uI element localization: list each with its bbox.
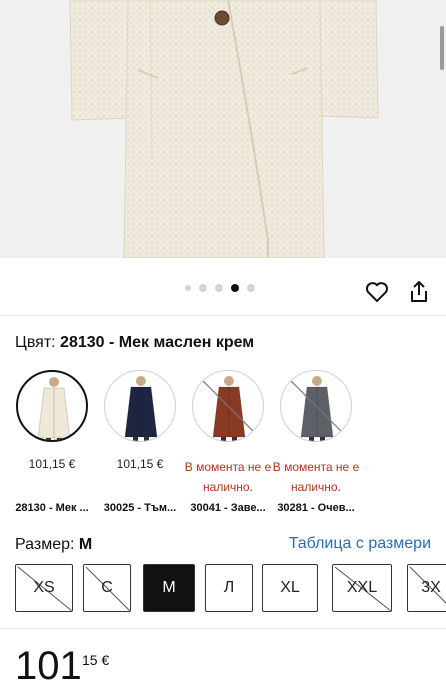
size-option-label: XXL [346, 579, 378, 596]
size-option-label: 3X [421, 579, 441, 596]
size-option-label: С [101, 579, 113, 596]
share-icon [411, 281, 427, 302]
product-image[interactable] [0, 0, 446, 258]
coat-thumbnail [37, 377, 71, 440]
swatch-price: 101,15 € [28, 457, 76, 471]
swatch-unavailable-text: В момента не е налично. [272, 460, 360, 494]
size-value: M [78, 536, 93, 553]
size-option-7[interactable]: 3X [407, 564, 446, 612]
unavailable-strike [290, 380, 344, 434]
swatch-code: 28130 - Мек ... [15, 502, 89, 514]
swatch-code: 30041 - Заве... [190, 502, 266, 514]
unavailable-strike [202, 380, 256, 434]
swatch-code: 30281 - Очев... [277, 502, 355, 514]
size-selection-label: Размер: M [15, 536, 92, 554]
swatch-unavailable-text: В момента не е налично. [184, 460, 272, 494]
size-label: Размер: [15, 536, 75, 553]
size-option-4[interactable]: Л [205, 564, 253, 612]
color-swatch[interactable]: 101,15 € 28130 - Мек ... [10, 370, 94, 514]
carousel-dot[interactable] [215, 284, 223, 292]
size-option-3[interactable]: M [143, 564, 195, 612]
color-swatch-list: 101,15 € 28130 - Мек ... 101,15 € 30025 … [10, 370, 446, 520]
section-divider [0, 315, 446, 316]
size-option-label: Л [223, 579, 235, 596]
carousel-dot[interactable] [199, 284, 207, 292]
swatch-image[interactable] [104, 370, 176, 442]
size-option-5[interactable]: XL [262, 564, 318, 612]
image-carousel-dots [185, 284, 255, 292]
swatch-code: 30025 - Тъм... [103, 502, 177, 514]
coat-thumbnail [124, 376, 158, 441]
favorite-button[interactable] [364, 279, 390, 305]
swatch-image[interactable] [280, 370, 352, 442]
size-chart-link[interactable]: Таблица с размери [289, 535, 431, 553]
color-swatch[interactable]: В момента не е налично. 30041 - Заве... [185, 370, 271, 514]
section-divider [0, 628, 446, 629]
swatch-price: 101,15 € [116, 457, 164, 471]
heart-icon [365, 282, 389, 302]
swatch-image[interactable] [192, 370, 264, 442]
size-option-1[interactable]: XS [15, 564, 73, 612]
color-value: 28130 - Мек маслен крем [60, 334, 255, 351]
carousel-dot[interactable] [247, 284, 255, 292]
color-label: Цвят: [15, 334, 56, 351]
price-cents: 15 € [82, 652, 110, 668]
color-swatch[interactable]: В момента не е налично. 30281 - Очев... [273, 370, 359, 514]
swatch-image[interactable] [16, 370, 88, 442]
color-swatch[interactable]: 101,15 € 30025 - Тъм... [98, 370, 182, 514]
size-option-label: XS [33, 579, 55, 596]
coat-illustration [69, 0, 379, 258]
carousel-dot-active[interactable] [231, 284, 239, 292]
size-option-label: M [162, 579, 176, 596]
price-main: 101 [15, 644, 82, 688]
carousel-dot[interactable] [185, 285, 191, 291]
scrollbar-thumb[interactable] [440, 26, 444, 70]
size-option-2[interactable]: С [83, 564, 131, 612]
size-option-label: XL [280, 579, 300, 596]
color-selection-label: Цвят: 28130 - Мек маслен крем [15, 334, 254, 352]
size-option-6[interactable]: XXL [332, 564, 392, 612]
size-options: XS С M Л XL XXL 3X [15, 564, 446, 614]
share-button[interactable] [406, 279, 432, 305]
